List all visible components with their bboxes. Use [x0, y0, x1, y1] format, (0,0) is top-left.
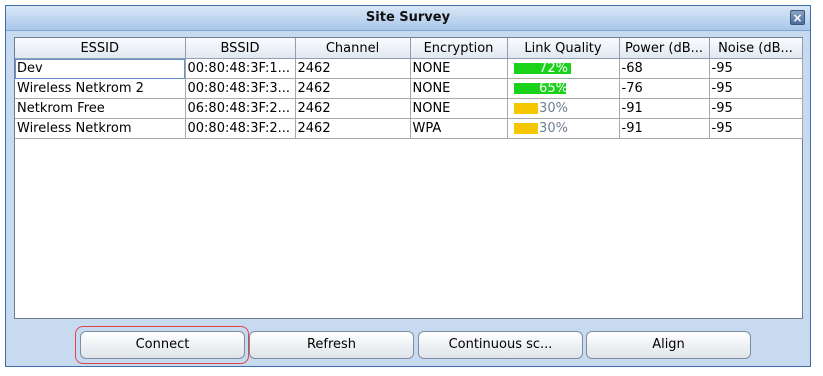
power-cell[interactable]: -76	[619, 78, 710, 99]
power-cell[interactable]: -68	[619, 58, 710, 79]
essid-cell[interactable]: Wireless Netkrom	[15, 118, 186, 139]
column-header-encryption[interactable]: Encryption	[410, 38, 508, 59]
essid-cell[interactable]: Dev	[15, 58, 186, 79]
table-row[interactable]: Wireless Netkrom 00:80:48:3F:2... 2462 W…	[15, 118, 803, 139]
table-row[interactable]: Dev 00:80:48:3F:1... 2462 NONE 72% -68 -…	[15, 58, 803, 79]
link-quality-label: 30%	[539, 101, 568, 116]
table-row[interactable]: Netkrom Free 06:80:48:3F:2... 2462 NONE …	[15, 98, 803, 119]
bssid-cell[interactable]: 00:80:48:3F:3...	[185, 78, 296, 99]
link-quality-cell[interactable]: 30%	[507, 118, 620, 139]
table-row[interactable]: Wireless Netkrom 2 00:80:48:3F:3... 2462…	[15, 78, 803, 99]
link-quality-cell[interactable]: 30%	[507, 98, 620, 119]
noise-cell[interactable]: -95	[709, 58, 803, 79]
column-header-essid[interactable]: ESSID	[15, 38, 186, 59]
noise-cell[interactable]: -95	[709, 118, 803, 139]
connect-button[interactable]: Connect	[80, 331, 245, 359]
bssid-cell[interactable]: 00:80:48:3F:2...	[185, 118, 296, 139]
essid-cell[interactable]: Netkrom Free	[15, 98, 186, 119]
column-header-noise[interactable]: Noise (dB...	[709, 38, 803, 59]
bssid-cell[interactable]: 06:80:48:3F:2...	[185, 98, 296, 119]
noise-cell[interactable]: -95	[709, 78, 803, 99]
channel-cell[interactable]: 2462	[295, 118, 411, 139]
link-quality-cell[interactable]: 65%	[507, 78, 620, 99]
button-bar: Connect Refresh Continuous sc... Align	[6, 325, 810, 365]
encryption-cell[interactable]: NONE	[410, 78, 508, 99]
column-header-channel[interactable]: Channel	[295, 38, 411, 59]
site-survey-table-panel: ESSID BSSID Channel Encryption Link Qual…	[14, 37, 803, 319]
close-icon[interactable]: ×	[790, 10, 805, 25]
encryption-cell[interactable]: NONE	[410, 98, 508, 119]
align-button[interactable]: Align	[586, 331, 751, 359]
power-cell[interactable]: -91	[619, 118, 710, 139]
link-quality-label: 65%	[539, 81, 568, 96]
bssid-cell[interactable]: 00:80:48:3F:1...	[185, 58, 296, 79]
channel-cell[interactable]: 2462	[295, 78, 411, 99]
encryption-cell[interactable]: NONE	[410, 58, 508, 79]
link-quality-cell[interactable]: 72%	[507, 58, 620, 79]
encryption-cell[interactable]: WPA	[410, 118, 508, 139]
column-header-link-quality[interactable]: Link Quality	[507, 38, 620, 59]
power-cell[interactable]: -91	[619, 98, 710, 119]
channel-cell[interactable]: 2462	[295, 98, 411, 119]
refresh-button[interactable]: Refresh	[249, 331, 414, 359]
table-header-row: ESSID BSSID Channel Encryption Link Qual…	[15, 38, 803, 59]
continuous-scan-button[interactable]: Continuous sc...	[418, 331, 583, 359]
site-survey-table: ESSID BSSID Channel Encryption Link Qual…	[15, 38, 803, 139]
link-quality-label: 30%	[539, 121, 568, 136]
site-survey-window: Site Survey × ESSID BSSID Channel Encryp…	[5, 5, 811, 367]
link-quality-label: 72%	[539, 61, 568, 76]
column-header-power[interactable]: Power (dB...	[619, 38, 710, 59]
title-bar: Site Survey ×	[6, 6, 810, 31]
essid-cell[interactable]: Wireless Netkrom 2	[15, 78, 186, 99]
column-header-bssid[interactable]: BSSID	[185, 38, 296, 59]
noise-cell[interactable]: -95	[709, 98, 803, 119]
window-title: Site Survey	[365, 10, 451, 25]
channel-cell[interactable]: 2462	[295, 58, 411, 79]
